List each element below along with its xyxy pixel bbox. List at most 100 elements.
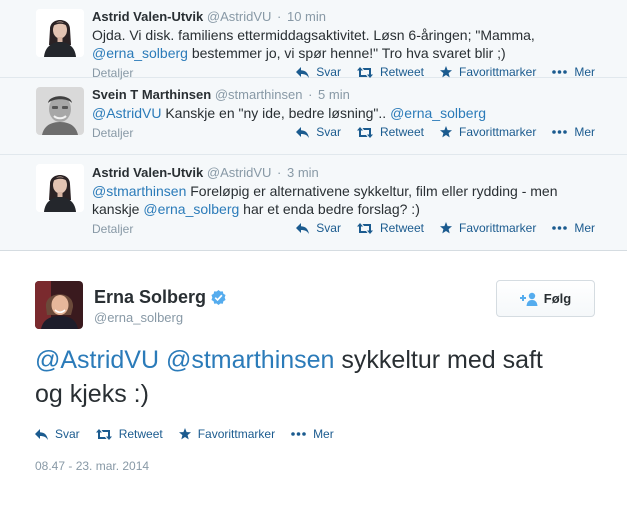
more-dots-icon — [291, 432, 306, 436]
reply-icon — [296, 66, 310, 78]
tweet-text: Ojda. Vi disk. familiens ettermiddagsakt… — [92, 26, 592, 62]
verified-badge-icon — [211, 290, 226, 305]
avatar[interactable] — [36, 164, 84, 212]
reply-label: Svar — [316, 125, 341, 139]
favorite-label: Favorittmarker — [458, 221, 537, 235]
favorite-label: Favorittmarker — [458, 125, 537, 139]
timestamp[interactable]: 3 min — [287, 165, 319, 180]
mention-link[interactable]: @stmarthinsen — [166, 346, 335, 374]
separator-dot: · — [308, 87, 313, 102]
more-button[interactable]: Mer — [552, 125, 595, 139]
tweet-text: @AstridVU Kanskje en "ny ide, bedre løsn… — [92, 104, 592, 122]
details-link[interactable]: Detaljer — [92, 222, 133, 236]
reply-button[interactable]: Svar — [296, 125, 341, 139]
mention-link[interactable]: @erna_solberg — [92, 45, 188, 61]
conversation-tweet[interactable]: Astrid Valen-Utvik @AstridVU · 10 min Oj… — [0, 0, 627, 80]
more-label: Mer — [574, 221, 595, 235]
retweet-button[interactable]: Retweet — [356, 221, 424, 235]
retweet-button[interactable]: Retweet — [356, 125, 424, 139]
tweet-actions: Svar Retweet Favorittmarker Mer — [296, 65, 595, 79]
star-icon — [178, 428, 191, 440]
tweet-footer: Detaljer Svar Retweet Favorittmarker Mer — [92, 124, 627, 142]
more-dots-icon — [552, 226, 568, 230]
tweet-footer: Detaljer Svar Retweet Favorittmarker Mer — [92, 220, 627, 238]
conversation-thread: Astrid Valen-Utvik @AstridVU · 10 min Oj… — [0, 0, 627, 251]
more-dots-icon — [552, 70, 568, 74]
avatar[interactable] — [36, 9, 84, 57]
tweet-text-part: har et enda bedre forslag? :) — [239, 201, 420, 217]
reply-label: Svar — [55, 427, 80, 441]
main-fullname[interactable]: Erna Solberg — [94, 287, 226, 308]
details-link[interactable]: Detaljer — [92, 126, 133, 140]
retweet-button[interactable]: Retweet — [95, 427, 163, 441]
main-avatar[interactable] — [35, 281, 83, 329]
reply-label: Svar — [316, 65, 341, 79]
retweet-icon — [95, 428, 112, 440]
retweet-label: Retweet — [118, 427, 163, 441]
conversation-tweet[interactable]: Astrid Valen-Utvik @AstridVU · 3 min @st… — [0, 155, 627, 251]
avatar[interactable] — [36, 87, 84, 135]
retweet-label: Retweet — [379, 65, 424, 79]
timestamp[interactable]: 10 min — [287, 9, 326, 24]
reply-button[interactable]: Svar — [35, 427, 80, 441]
more-button[interactable]: Mer — [291, 427, 334, 441]
fullname[interactable]: Astrid Valen-Utvik — [92, 165, 203, 180]
reply-button[interactable]: Svar — [296, 221, 341, 235]
timestamp[interactable]: 5 min — [318, 87, 350, 102]
main-timestamp[interactable]: 08.47 - 23. mar. 2014 — [35, 459, 149, 473]
main-username[interactable]: @erna_solberg — [94, 310, 183, 325]
fullname[interactable]: Erna Solberg — [94, 287, 206, 308]
fullname[interactable]: Astrid Valen-Utvik — [92, 9, 203, 24]
more-label: Mer — [313, 427, 334, 441]
reply-icon — [296, 126, 310, 138]
tweet-header: Astrid Valen-Utvik @AstridVU · 3 min — [92, 164, 627, 182]
follow-label: Følg — [543, 291, 572, 306]
star-icon — [439, 66, 452, 78]
retweet-icon — [356, 126, 373, 138]
favorite-button[interactable]: Favorittmarker — [178, 427, 276, 441]
username[interactable]: @AstridVU — [207, 9, 272, 24]
mention-link[interactable]: @erna_solberg — [390, 105, 486, 121]
tweet-actions: Svar Retweet Favorittmarker Mer — [296, 125, 595, 139]
tweet-text-part: Kanskje en "ny ide, bedre løsning".. — [161, 105, 391, 121]
reply-button[interactable]: Svar — [296, 65, 341, 79]
fullname[interactable]: Svein T Marthinsen — [92, 87, 211, 102]
retweet-label: Retweet — [379, 221, 424, 235]
main-tweet-actions: Svar Retweet Favorittmarker Mer — [35, 427, 334, 441]
main-tweet-text: @AstridVU @stmarthinsen sykkeltur med sa… — [35, 343, 575, 411]
more-button[interactable]: Mer — [552, 65, 595, 79]
reply-icon — [296, 222, 310, 234]
tweet-text-part: bestemmer jo, vi spør henne!" Tro hva sv… — [187, 45, 506, 61]
more-label: Mer — [574, 125, 595, 139]
favorite-button[interactable]: Favorittmarker — [439, 125, 537, 139]
tweet-text: @stmarthinsen Foreløpig er alternativene… — [92, 182, 592, 218]
more-dots-icon — [552, 130, 568, 134]
tweet-header: Svein T Marthinsen @stmarthinsen · 5 min — [92, 86, 627, 104]
main-tweet: Erna Solberg @erna_solberg Følg @AstridV… — [0, 251, 627, 505]
more-button[interactable]: Mer — [552, 221, 595, 235]
star-icon — [439, 222, 452, 234]
retweet-label: Retweet — [379, 125, 424, 139]
mention-link[interactable]: @erna_solberg — [143, 201, 239, 217]
follow-user-icon — [519, 292, 538, 306]
favorite-label: Favorittmarker — [197, 427, 276, 441]
retweet-button[interactable]: Retweet — [356, 65, 424, 79]
favorite-label: Favorittmarker — [458, 65, 537, 79]
tweet-text-part: Ojda. Vi disk. familiens ettermiddagsakt… — [92, 27, 535, 43]
conversation-tweet[interactable]: Svein T Marthinsen @stmarthinsen · 5 min… — [0, 78, 627, 155]
tweet-header: Astrid Valen-Utvik @AstridVU · 10 min — [92, 8, 627, 26]
mention-link[interactable]: @AstridVU — [92, 105, 161, 121]
more-label: Mer — [574, 65, 595, 79]
username[interactable]: @AstridVU — [207, 165, 272, 180]
mention-link[interactable]: @stmarthinsen — [92, 183, 186, 199]
mention-link[interactable]: @AstridVU — [35, 346, 159, 374]
follow-button[interactable]: Følg — [496, 280, 595, 317]
retweet-icon — [356, 222, 373, 234]
reply-icon — [35, 428, 48, 440]
separator-dot: · — [277, 9, 282, 24]
star-icon — [439, 126, 452, 138]
favorite-button[interactable]: Favorittmarker — [439, 221, 537, 235]
username[interactable]: @stmarthinsen — [215, 87, 303, 102]
favorite-button[interactable]: Favorittmarker — [439, 65, 537, 79]
retweet-icon — [356, 66, 373, 78]
